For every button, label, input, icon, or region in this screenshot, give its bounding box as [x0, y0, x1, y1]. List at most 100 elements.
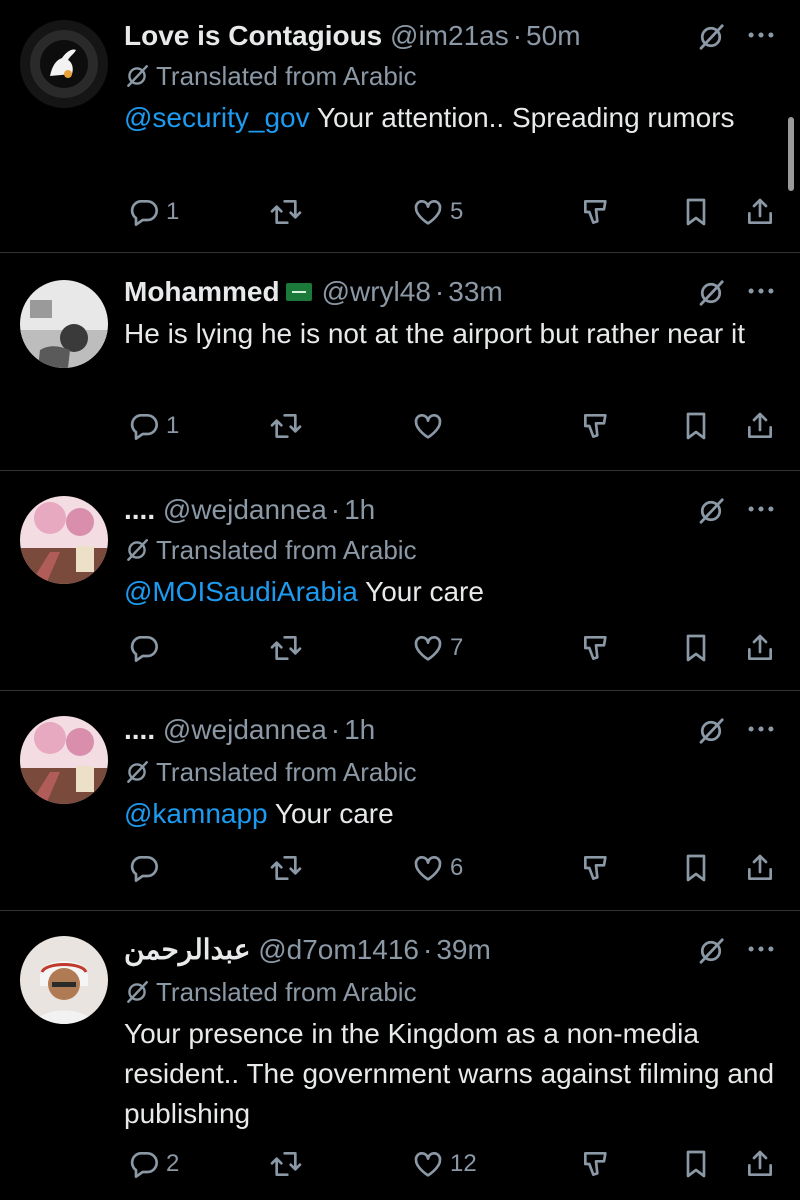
translated-label: Translated from Arabic [124, 752, 417, 792]
timestamp[interactable]: 1h [344, 714, 375, 745]
display-name[interactable]: عبدالرحمن [124, 934, 250, 965]
retweet-button[interactable] [270, 406, 302, 446]
retweet-button[interactable] [270, 848, 302, 888]
like-button[interactable]: 7 [412, 628, 463, 668]
action-bar: 1 5 [0, 192, 800, 232]
like-button[interactable]: 12 [412, 1144, 477, 1184]
avatar[interactable] [20, 280, 108, 368]
translated-text: Translated from Arabic [156, 757, 417, 787]
share-button[interactable] [744, 192, 776, 232]
share-icon [744, 410, 776, 442]
mention-link[interactable]: @MOISaudiArabia [124, 576, 358, 607]
user-handle[interactable]: @im21as [390, 20, 509, 51]
more-icon[interactable] [744, 18, 778, 52]
display-name[interactable]: Mohammed [124, 276, 280, 307]
reply-button[interactable]: 1 [128, 406, 179, 446]
translated-text: Translated from Arabic [156, 977, 417, 1007]
retweet-icon [270, 852, 302, 884]
translated-label: Translated from Arabic [124, 56, 417, 96]
retweet-icon [270, 196, 302, 228]
bookmark-button[interactable] [680, 1144, 712, 1184]
views-button[interactable] [580, 628, 612, 668]
scrollbar[interactable] [788, 117, 794, 191]
share-button[interactable] [744, 1144, 776, 1184]
mention-link[interactable]: @kamnapp [124, 798, 268, 829]
more-icon[interactable] [744, 274, 778, 308]
display-name[interactable]: Love is Contagious [124, 20, 382, 51]
views-icon [580, 410, 612, 442]
tweet-item[interactable]: عبدالرحمن @d7om1416 · 39m Translated from … [0, 928, 800, 1200]
tweet-feed: Love is Contagious @im21as · 50m Translate… [0, 0, 800, 1200]
timestamp[interactable]: 1h [344, 494, 375, 525]
tweet-item[interactable]: .... @wejdannea · 1h Translated from Arabi… [0, 488, 800, 688]
reply-button[interactable]: 1 [128, 192, 179, 232]
translate-icon[interactable] [696, 278, 726, 308]
more-icon[interactable] [744, 492, 778, 526]
tweet-item[interactable]: Mohammed @wryl48 · 33m He is lying he is no… [0, 270, 800, 470]
bookmark-button[interactable] [680, 406, 712, 446]
tweet-header: .... @wejdannea · 1h [124, 488, 375, 532]
share-button[interactable] [744, 848, 776, 888]
translate-icon[interactable] [696, 716, 726, 746]
views-button[interactable] [580, 406, 612, 446]
like-button[interactable]: 6 [412, 848, 463, 888]
user-handle[interactable]: @wryl48 [322, 276, 431, 307]
display-name[interactable]: .... [124, 494, 155, 525]
user-handle[interactable]: @d7om1416 [258, 934, 419, 965]
avatar[interactable] [20, 936, 108, 1024]
separator-dot: · [422, 934, 433, 965]
tweet-body: Your attention.. Spreading rumors [309, 102, 735, 133]
divider [0, 470, 800, 471]
tweet-body: He is lying he is not at the airport but… [124, 318, 745, 349]
retweet-icon [270, 1148, 302, 1180]
tweet-item[interactable]: Love is Contagious @im21as · 50m Translate… [0, 14, 800, 254]
like-icon [412, 410, 444, 442]
more-icon[interactable] [744, 932, 778, 966]
user-handle[interactable]: @wejdannea [163, 714, 327, 745]
reply-button[interactable] [128, 848, 166, 888]
bookmark-button[interactable] [680, 848, 712, 888]
retweet-button[interactable] [270, 1144, 302, 1184]
avatar[interactable] [20, 20, 108, 108]
action-bar: 6 [0, 848, 800, 888]
translate-icon [124, 63, 150, 89]
user-handle[interactable]: @wejdannea [163, 494, 327, 525]
tweet-text: @MOISaudiArabia Your care [124, 572, 780, 612]
retweet-button[interactable] [270, 628, 302, 668]
views-icon [580, 1148, 612, 1180]
mention-link[interactable]: @security_gov [124, 102, 310, 133]
translate-icon[interactable] [696, 496, 726, 526]
bookmark-icon [680, 1148, 712, 1180]
avatar[interactable] [20, 716, 108, 804]
share-button[interactable] [744, 406, 776, 446]
reply-button[interactable]: 2 [128, 1144, 179, 1184]
translated-text: Translated from Arabic [156, 61, 417, 91]
timestamp[interactable]: 39m [436, 934, 490, 965]
bookmark-button[interactable] [680, 192, 712, 232]
translate-icon[interactable] [696, 936, 726, 966]
timestamp[interactable]: 33m [448, 276, 502, 307]
reply-count: 1 [166, 198, 180, 225]
views-button[interactable] [580, 848, 612, 888]
reply-count: 1 [166, 412, 180, 439]
views-button[interactable] [580, 192, 612, 232]
separator-dot: · [434, 276, 445, 307]
translate-icon[interactable] [696, 22, 726, 52]
bookmark-icon [680, 852, 712, 884]
avatar[interactable] [20, 496, 108, 584]
retweet-button[interactable] [270, 192, 302, 232]
share-button[interactable] [744, 628, 776, 668]
more-icon[interactable] [744, 712, 778, 746]
like-button[interactable] [412, 406, 450, 446]
bookmark-button[interactable] [680, 628, 712, 668]
tweet-item[interactable]: .... @wejdannea · 1h Translated from Arabi… [0, 708, 800, 908]
like-button[interactable]: 5 [412, 192, 463, 232]
tweet-text: @kamnapp Your care [124, 794, 780, 834]
flag-icon [285, 282, 312, 301]
timestamp[interactable]: 50m [526, 20, 580, 51]
display-name[interactable]: .... [124, 714, 155, 745]
views-button[interactable] [580, 1144, 612, 1184]
reply-button[interactable] [128, 628, 166, 668]
bookmark-icon [680, 632, 712, 664]
action-bar: 7 [0, 628, 800, 668]
